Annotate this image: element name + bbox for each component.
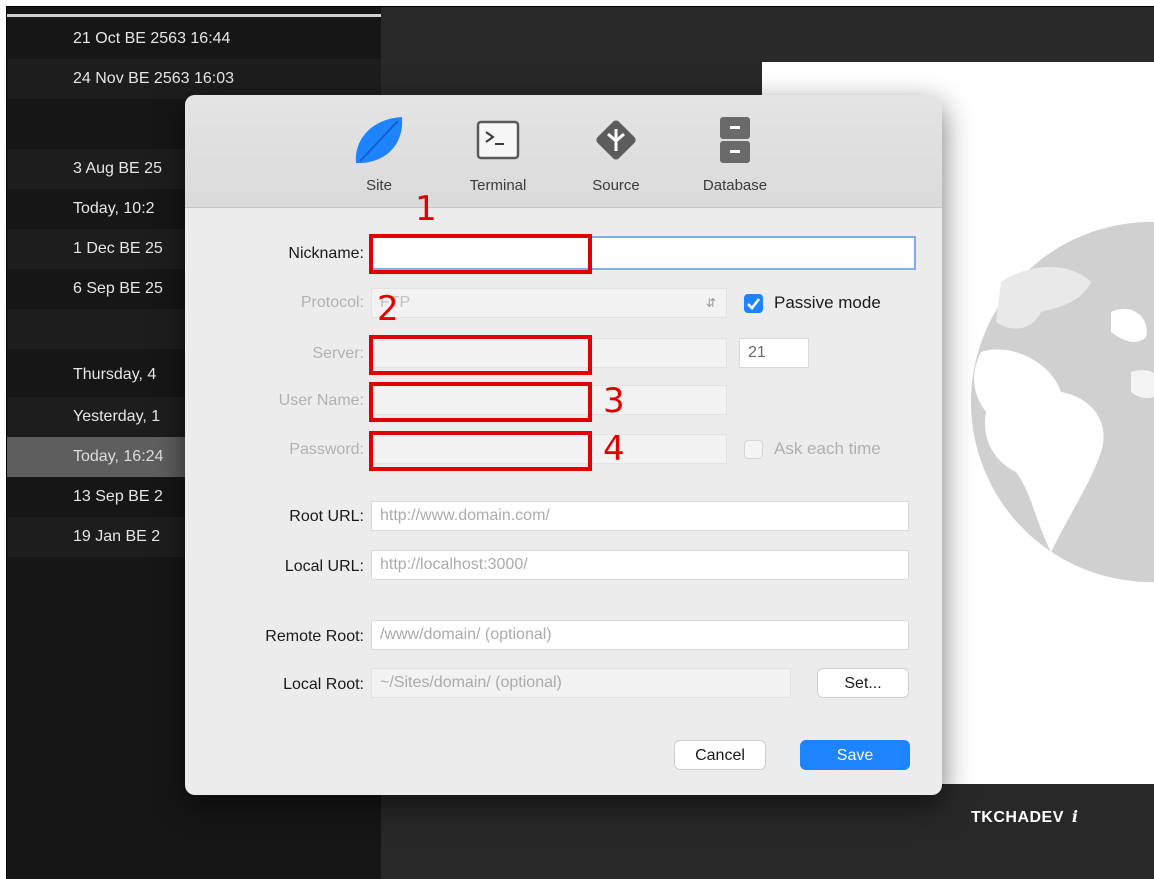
root-url-field[interactable]: http://www.domain.com/ <box>371 501 909 531</box>
server-field[interactable] <box>371 338 727 368</box>
annotation-number-2: 2 <box>377 289 399 329</box>
root-url-label: Root URL: <box>289 508 364 525</box>
brand-logo: TKCHADEV i <box>971 807 1078 827</box>
nickname-label: Nickname: <box>288 245 364 262</box>
set-button[interactable]: Set... <box>817 668 909 698</box>
annotation-number-1: 1 <box>415 189 437 229</box>
tab-source[interactable]: Source <box>571 113 661 203</box>
checkmark-icon <box>747 298 761 310</box>
cancel-button[interactable]: Cancel <box>674 740 766 770</box>
tab-database[interactable]: Database <box>690 113 780 203</box>
leaf-icon <box>355 117 403 163</box>
tab-database-label: Database <box>702 177 768 194</box>
save-button[interactable]: Save <box>800 740 910 770</box>
remote-root-field[interactable]: /www/domain/ (optional) <box>371 620 909 650</box>
annotation-number-3: 3 <box>603 381 625 421</box>
dialog-toolbar: Site Terminal Source Database <box>185 95 942 208</box>
database-icon <box>720 117 750 163</box>
tab-site-label: Site <box>366 177 392 194</box>
source-icon <box>596 120 636 160</box>
sidebar-top-divider <box>7 14 381 17</box>
site-form: Nickname: Protocol: Server: User Name: P… <box>185 192 942 795</box>
username-label: User Name: <box>278 392 364 409</box>
nickname-field[interactable] <box>371 236 916 270</box>
server-label: Server: <box>312 345 364 362</box>
local-url-label: Local URL: <box>284 558 364 575</box>
annotation-number-4: 4 <box>603 429 625 469</box>
username-field[interactable] <box>371 385 727 415</box>
ask-each-time-label: Ask each time <box>774 439 881 458</box>
passive-mode-checkbox[interactable] <box>744 294 763 313</box>
chevron-updown-icon: ⇵ <box>705 296 716 310</box>
tab-site[interactable]: Site <box>334 113 424 203</box>
list-item[interactable]: 24 Nov BE 2563 16:03 <box>7 59 381 99</box>
passive-mode-label: Passive mode <box>774 293 881 312</box>
protocol-select[interactable]: FTP ⇵ <box>371 288 727 318</box>
port-field[interactable]: 21 <box>739 338 809 368</box>
local-url-field[interactable]: http://localhost:3000/ <box>371 550 909 580</box>
remote-root-label: Remote Root: <box>265 628 364 645</box>
brand-name: TKCHADEV <box>971 809 1064 826</box>
tab-terminal-label: Terminal <box>469 177 527 194</box>
tab-source-label: Source <box>592 177 640 194</box>
list-item[interactable]: 21 Oct BE 2563 16:44 <box>7 19 381 59</box>
password-label: Password: <box>289 441 364 458</box>
password-field[interactable] <box>371 434 727 464</box>
brand-mark: i <box>1071 807 1079 826</box>
app-window: 21 Oct BE 2563 16:44 24 Nov BE 2563 16:0… <box>6 6 1154 879</box>
protocol-label: Protocol: <box>300 294 364 311</box>
local-root-field[interactable]: ~/Sites/domain/ (optional) <box>371 668 791 698</box>
tab-terminal[interactable]: Terminal <box>453 113 543 203</box>
terminal-icon <box>476 120 520 160</box>
new-site-dialog: Site Terminal Source Database Nickname: … <box>185 95 942 795</box>
local-root-label: Local Root: <box>283 676 364 693</box>
ask-each-time-checkbox[interactable] <box>744 440 763 459</box>
globe-icon <box>941 222 1154 622</box>
